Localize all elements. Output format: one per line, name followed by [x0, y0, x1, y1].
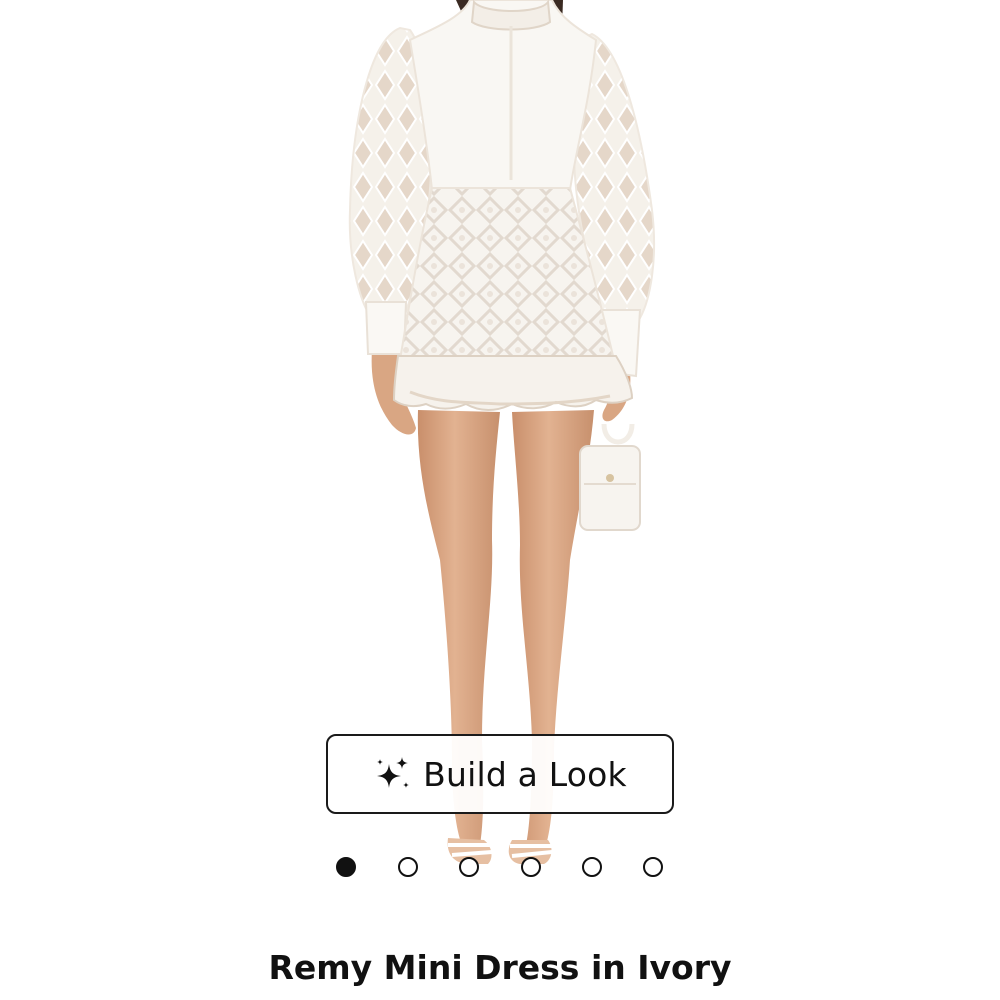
product-title: Remy Mini Dress in Ivory — [268, 948, 732, 987]
carousel-dot-2[interactable] — [398, 857, 418, 877]
handbag — [579, 445, 641, 531]
carousel-dot-3[interactable] — [459, 857, 479, 877]
carousel-dot-5[interactable] — [582, 857, 602, 877]
carousel-dot-6[interactable] — [643, 857, 663, 877]
handbag-strap — [601, 423, 635, 445]
carousel-dot-1[interactable] — [336, 857, 356, 877]
dress-ruffle — [392, 355, 634, 411]
carousel-dot-4[interactable] — [521, 857, 541, 877]
build-a-look-label: Build a Look — [423, 754, 627, 794]
build-a-look-button[interactable]: Build a Look — [326, 734, 674, 814]
sparkle-icon — [373, 754, 413, 794]
image-carousel-indicator — [0, 857, 1000, 879]
product-page: Build a Look Remy Mini Dress in Ivory — [0, 0, 1000, 1000]
